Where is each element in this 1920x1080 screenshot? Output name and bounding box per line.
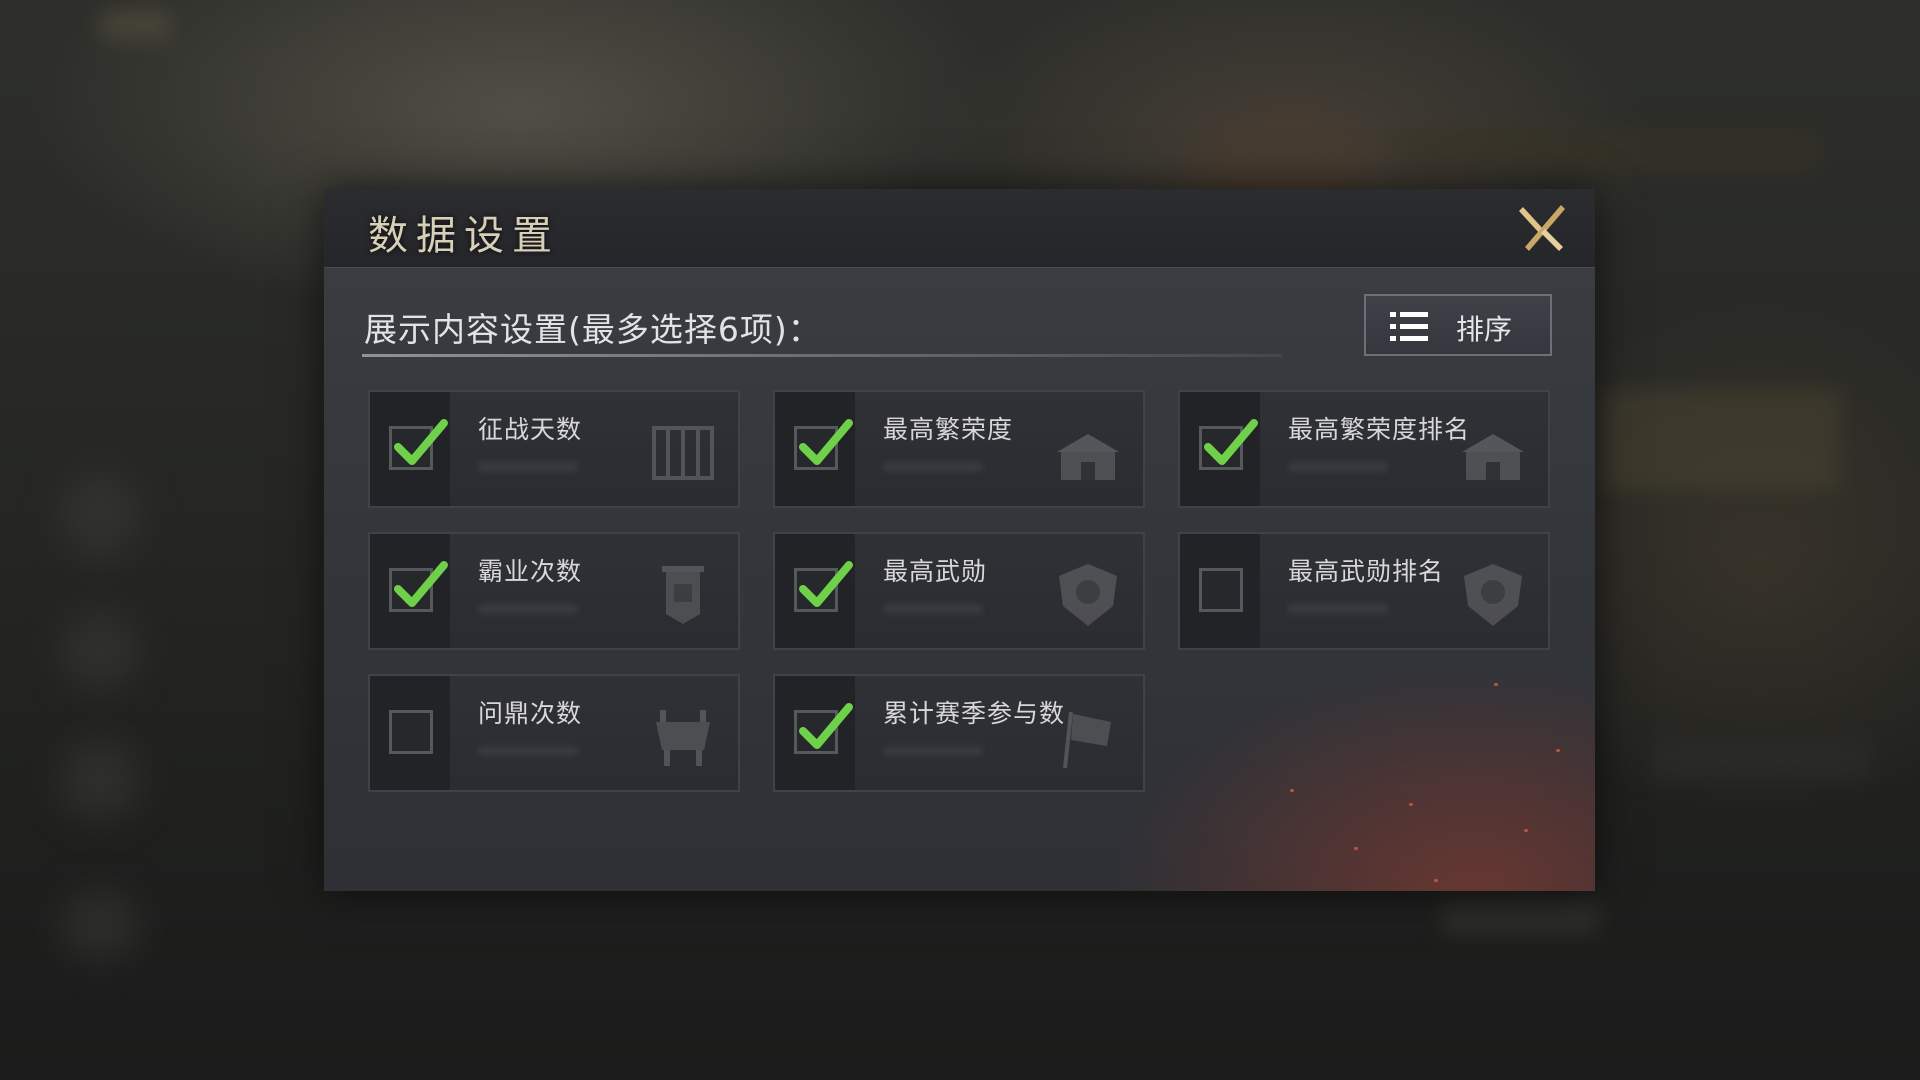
checkmark-icon <box>799 419 853 465</box>
checkbox-checked[interactable] <box>389 561 448 612</box>
book-icon <box>646 418 720 488</box>
game-screen: 数据设置 展示内容设置(最多选择6项)： 排序 征战天数 最高繁荣度 最高繁荣度… <box>0 0 1920 1080</box>
checkbox-checked[interactable] <box>389 419 448 470</box>
option-value-blur <box>1288 604 1388 614</box>
divider <box>362 354 1282 357</box>
city-gate-icon <box>1051 418 1125 488</box>
ember-particle <box>1290 789 1294 792</box>
option-label: 最高武勋 <box>883 557 988 586</box>
option-label: 累计赛季参与数 <box>883 699 1066 728</box>
dragon-shield-icon <box>1051 560 1125 630</box>
dialog-title: 数据设置 <box>368 213 560 259</box>
option-value-blur <box>883 604 983 614</box>
option-card[interactable]: 最高武勋排名 <box>1178 532 1550 650</box>
checkmark-icon <box>394 419 448 465</box>
close-button[interactable] <box>1515 201 1569 255</box>
background-blur <box>1650 740 1870 780</box>
option-value-blur <box>478 746 578 756</box>
option-label: 问鼎次数 <box>478 699 583 728</box>
dragon-shield-icon <box>1456 560 1530 630</box>
checkbox-unchecked[interactable] <box>389 710 433 754</box>
background-blur <box>1440 900 1600 936</box>
background-blur <box>60 740 140 820</box>
ember-particle <box>1409 803 1413 806</box>
checkbox-checked[interactable] <box>794 561 853 612</box>
background-blur <box>60 470 140 560</box>
ember-particle <box>1494 683 1498 686</box>
section-label: 展示内容设置(最多选择6项)： <box>364 310 822 349</box>
close-x-icon <box>1519 205 1565 251</box>
option-label: 最高繁荣度 <box>883 415 1014 444</box>
sort-button-label: 排序 <box>1456 313 1513 346</box>
background-blur <box>60 890 140 960</box>
option-value-blur <box>883 746 983 756</box>
checkbox-checked[interactable] <box>794 703 853 754</box>
option-card[interactable]: 最高繁荣度 <box>773 390 1145 508</box>
list-icon <box>1390 312 1428 341</box>
checkbox-checked[interactable] <box>794 419 853 470</box>
option-card[interactable]: 最高武勋 <box>773 532 1145 650</box>
option-value-blur <box>478 604 578 614</box>
option-card[interactable]: 征战天数 <box>368 390 740 508</box>
city-gate-icon <box>1456 418 1530 488</box>
background-blur <box>60 610 140 690</box>
ember-particle <box>1556 749 1560 752</box>
option-label: 征战天数 <box>478 415 583 444</box>
checkmark-icon <box>394 561 448 607</box>
option-value-blur <box>478 462 578 472</box>
ember-particle <box>1524 829 1528 832</box>
background-blur <box>100 10 170 40</box>
option-card[interactable]: 霸业次数 <box>368 532 740 650</box>
checkmark-icon <box>799 561 853 607</box>
option-card[interactable]: 累计赛季参与数 <box>773 674 1145 792</box>
option-label: 最高武勋排名 <box>1288 557 1445 586</box>
option-label: 霸业次数 <box>478 557 583 586</box>
background-blur <box>1600 390 1840 490</box>
checkbox-checked[interactable] <box>1199 419 1258 470</box>
checkbox-unchecked[interactable] <box>1199 568 1243 612</box>
ember-particle <box>1434 879 1438 882</box>
banner-icon <box>646 560 720 630</box>
option-card[interactable]: 最高繁荣度排名 <box>1178 390 1550 508</box>
option-card[interactable]: 问鼎次数 <box>368 674 740 792</box>
option-value-blur <box>883 462 983 472</box>
data-settings-dialog: 数据设置 展示内容设置(最多选择6项)： 排序 征战天数 最高繁荣度 最高繁荣度… <box>324 189 1595 891</box>
cauldron-icon <box>646 702 720 772</box>
background-blur <box>1400 130 1820 170</box>
dialog-header: 数据设置 <box>324 189 1595 268</box>
option-label: 最高繁荣度排名 <box>1288 415 1471 444</box>
flag-icon <box>1051 702 1125 772</box>
option-value-blur <box>1288 462 1388 472</box>
ember-particle <box>1354 847 1358 850</box>
checkmark-icon <box>799 703 853 749</box>
checkmark-icon <box>1204 419 1258 465</box>
sort-button[interactable]: 排序 <box>1364 294 1552 356</box>
